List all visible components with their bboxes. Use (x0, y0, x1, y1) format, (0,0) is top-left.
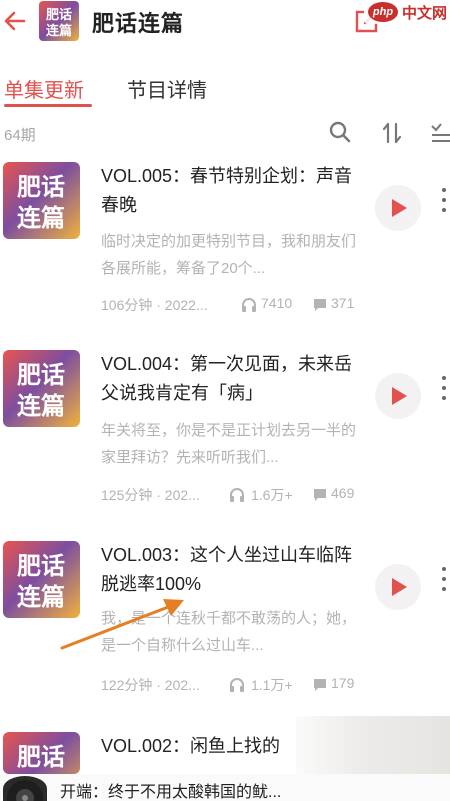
tab-bar: 单集更新 节目详情 (0, 66, 450, 110)
comment-icon (314, 489, 326, 501)
watermark-badge: php (368, 2, 398, 22)
cover-text-line1: 肥话 (17, 361, 65, 389)
cover-text-line1: 肥话 (17, 743, 65, 771)
cover-text-line2: 连篇 (17, 204, 65, 232)
episode-duration-date: 122分钟 · 202... (101, 677, 200, 693)
active-tab-indicator (4, 104, 92, 107)
site-watermark: php 中文网 (364, 0, 450, 24)
play-button[interactable] (375, 564, 421, 610)
headphone-icon (230, 678, 244, 692)
episode-meta: 125分钟 · 202... 1.6万+ 469 (101, 485, 371, 505)
more-vertical-icon[interactable] (440, 561, 448, 601)
episode-title: VOL.002：闲鱼上找的 (101, 736, 281, 756)
episode-item[interactable]: 肥话 连篇 VOL.004：第一次见面，未来岳父说我肯定有「病」 年关将至，你是… (0, 350, 450, 536)
cover-text-line2: 连篇 (17, 392, 65, 420)
cover-text-line2: 连篇 (17, 583, 65, 611)
episode-description: 年关将至，你是不是正计划去另一半的家里拜访？先来听听我们... (101, 422, 357, 466)
episode-cover: 肥话 连篇 (3, 162, 80, 239)
logo-text-line1: 肥话 (46, 7, 72, 23)
mini-player-cover[interactable] (3, 776, 47, 801)
episode-cover: 肥话 连篇 (3, 350, 80, 427)
episode-item[interactable]: 肥话 连篇 VOL.003：这个人坐过山车临阵脱逃率100% 我，是一个连秋千都… (0, 541, 450, 727)
comment-icon (314, 299, 326, 311)
episode-meta: 106分钟 · 2022... 7410 371 (101, 295, 371, 315)
play-icon (392, 199, 407, 217)
play-icon (392, 387, 407, 405)
episode-plays: 1.1万+ (251, 677, 293, 693)
episode-comments: 179 (331, 675, 355, 691)
episode-count: 64期 (4, 127, 36, 144)
back-arrow-icon[interactable] (2, 4, 32, 38)
search-icon[interactable] (328, 120, 352, 144)
now-playing-title: 开端：终于不用太酸韩国的鱿... (60, 784, 282, 801)
episode-plays: 7410 (261, 295, 293, 311)
play-button[interactable] (375, 373, 421, 419)
mini-player[interactable]: 开端：终于不用太酸韩国的鱿... (0, 774, 450, 801)
episode-duration-date: 106分钟 · 2022... (101, 297, 208, 313)
episode-duration-date: 125分钟 · 202... (101, 487, 200, 503)
tab-episodes[interactable]: 单集更新 (4, 74, 84, 103)
episode-description: 我，是一个连秋千都不敢荡的人；她，是一个自称什么过山车... (101, 610, 357, 654)
episode-cover: 肥话 连篇 (3, 541, 80, 618)
watermark-text: 中文网 (402, 5, 448, 22)
episode-title: VOL.004：第一次见面，未来岳父说我肯定有「病」 (101, 354, 353, 403)
episode-meta: 122分钟 · 202... 1.1万+ 179 (101, 675, 371, 695)
episode-description: 临时决定的加更特别节目，我和朋友们各展所能，筹备了20个... (101, 233, 357, 277)
episode-item[interactable]: 肥话 连篇 VOL.005：春节特别企划：声音春晚 临时决定的加更特别节目，我和… (0, 162, 450, 348)
cover-text-line1: 肥话 (17, 552, 65, 580)
episode-comments: 469 (331, 485, 355, 501)
app-header: 肥话 连篇 肥话连篇 php 中文网 (0, 0, 450, 50)
episode-cover: 肥话 (3, 732, 80, 774)
podcast-logo[interactable]: 肥话 连篇 (39, 1, 79, 41)
page-title: 肥话连篇 (92, 11, 185, 36)
tab-program-details[interactable]: 节目详情 (127, 74, 207, 103)
episode-plays: 1.6万+ (251, 487, 293, 503)
play-button[interactable] (375, 185, 421, 231)
comment-icon (314, 679, 326, 691)
batch-select-icon[interactable] (430, 120, 450, 146)
episode-title: VOL.005：春节特别企划：声音春晚 (101, 166, 353, 215)
headphone-icon (242, 298, 256, 312)
more-vertical-icon[interactable] (440, 370, 448, 410)
headphone-icon (230, 488, 244, 502)
cover-text-line1: 肥话 (17, 173, 65, 201)
episode-title: VOL.003：这个人坐过山车临阵脱逃率100% (101, 545, 353, 594)
play-icon (392, 578, 407, 596)
blurred-overlay (296, 716, 450, 776)
logo-text-line2: 连篇 (46, 23, 72, 39)
episode-comments: 371 (331, 295, 355, 311)
sort-icon[interactable] (381, 120, 403, 146)
more-vertical-icon[interactable] (440, 182, 448, 222)
